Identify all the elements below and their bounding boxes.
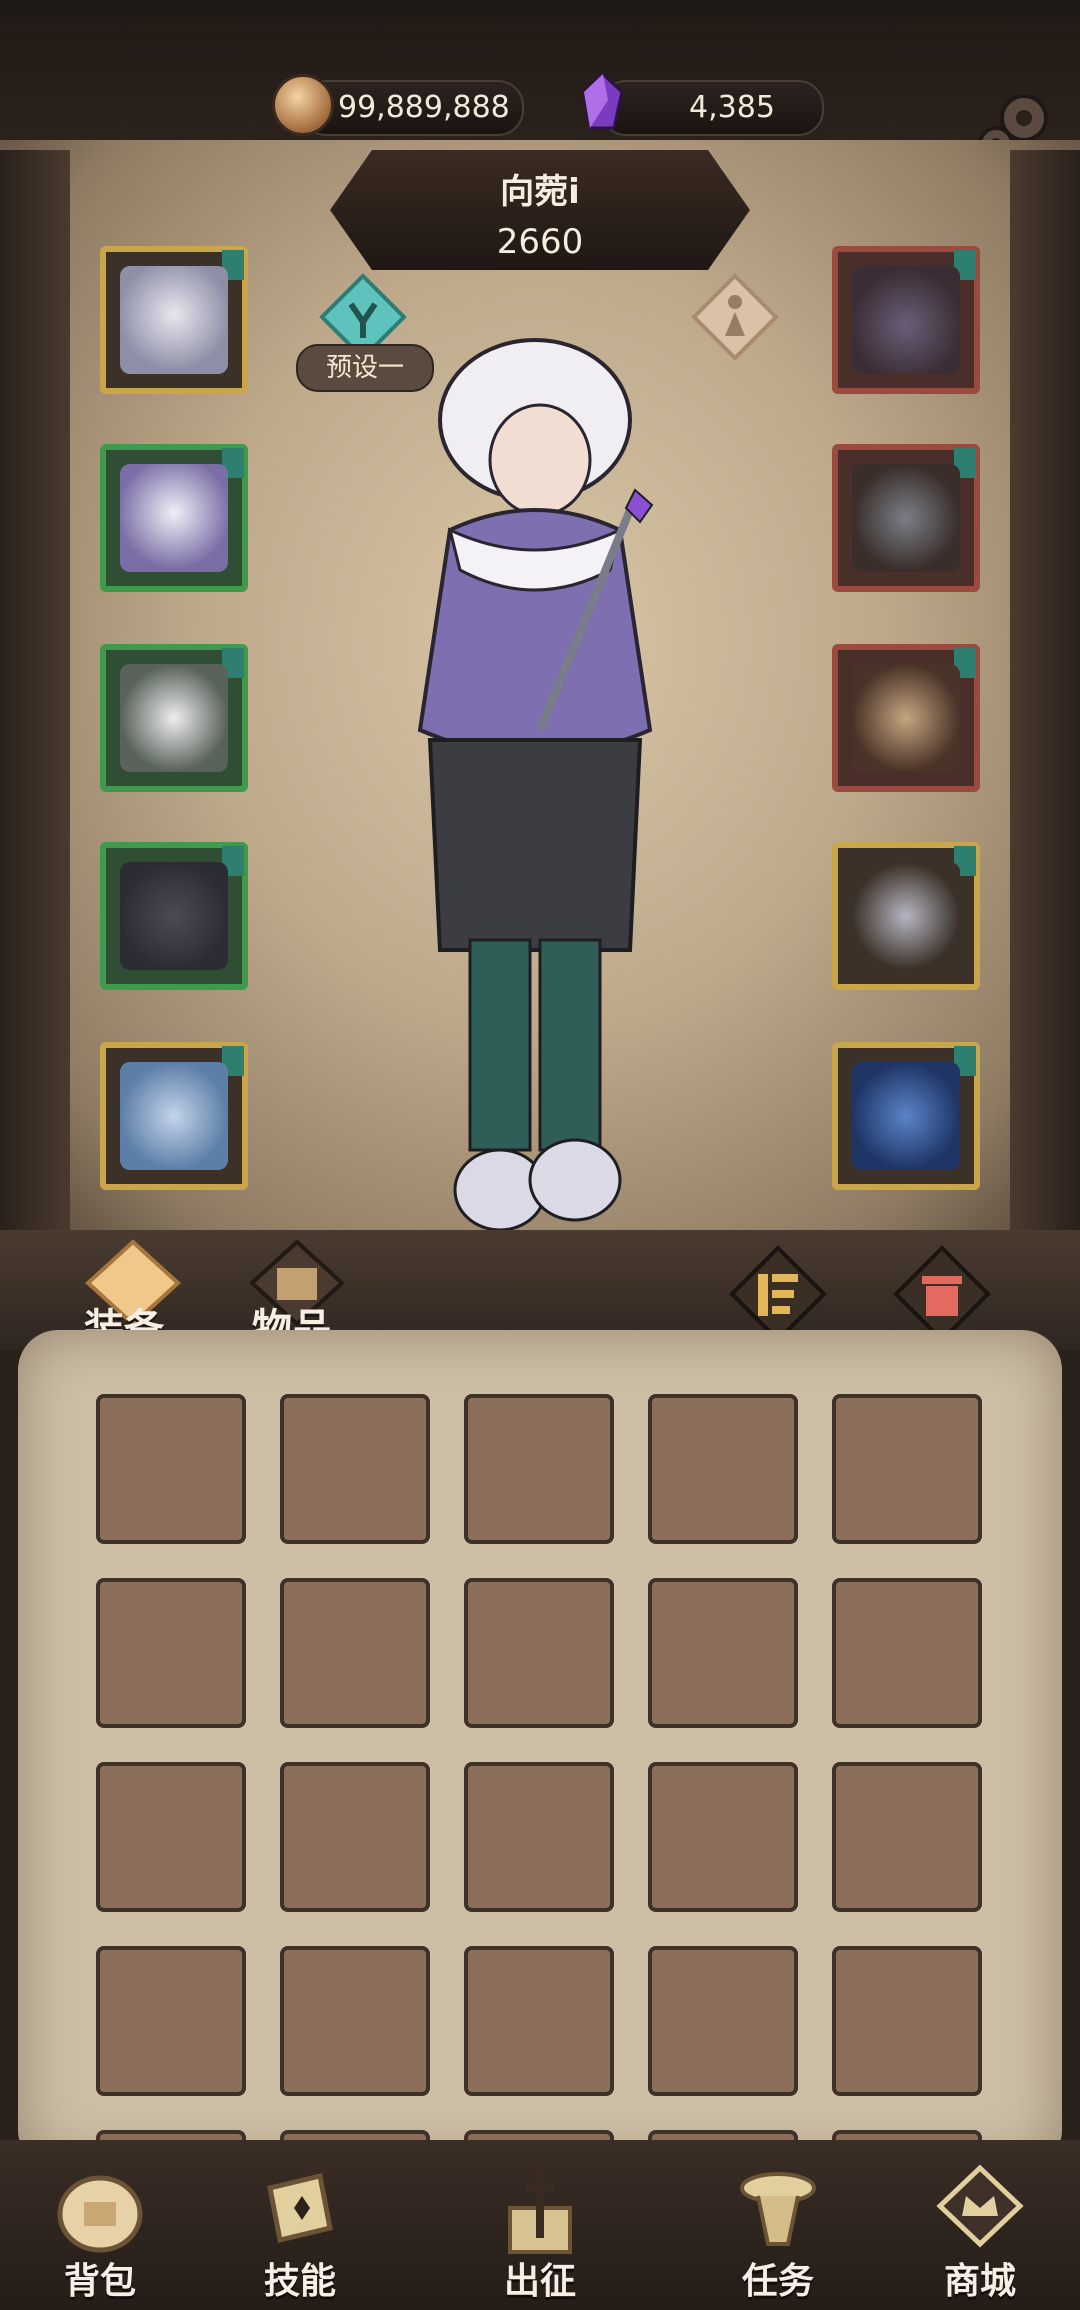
quest-scroll-icon	[740, 2172, 816, 2246]
shop-crown-icon	[936, 2164, 1024, 2248]
nav-quests-label: 任务	[741, 2261, 814, 2302]
equip-slot-necklace[interactable]	[832, 246, 980, 394]
nav-backpack[interactable]: 背包	[25, 2150, 175, 2310]
sort-list-icon[interactable]	[728, 1244, 828, 1344]
equip-slot-hat[interactable]	[100, 246, 248, 394]
inventory-slot[interactable]	[96, 1762, 246, 1912]
equip-slot-coat[interactable]	[100, 444, 248, 592]
boots-icon	[120, 1062, 228, 1170]
inventory-slot[interactable]	[96, 1394, 246, 1544]
gold-coin-icon	[272, 74, 334, 136]
coin-amount: 99,889,888	[338, 90, 510, 125]
inventory-slot[interactable]	[464, 1578, 614, 1728]
purple-crystal-icon	[582, 72, 624, 130]
equip-slot-boots[interactable]	[100, 1042, 248, 1190]
nav-expedition-label: 出征	[503, 2261, 576, 2302]
inventory-slot[interactable]	[832, 1946, 982, 2096]
inventory-slot[interactable]	[648, 1762, 798, 1912]
coat-icon	[120, 464, 228, 572]
nav-backpack-label: 背包	[63, 2261, 136, 2302]
spellbook-icon	[852, 1062, 960, 1170]
inventory-slot[interactable]	[464, 1946, 614, 2096]
inventory-slot[interactable]	[280, 1946, 430, 2096]
inventory-slot[interactable]	[280, 1578, 430, 1728]
equip-slot-spellbook[interactable]	[832, 1042, 980, 1190]
inventory-slot[interactable]	[832, 1762, 982, 1912]
nav-quests[interactable]: 任务	[703, 2150, 853, 2310]
equip-slot-gloves[interactable]	[100, 644, 248, 792]
inventory-slot[interactable]	[280, 1394, 430, 1544]
equip-slot-pants[interactable]	[100, 842, 248, 990]
staff-icon	[852, 862, 960, 970]
battle-sword-icon	[508, 2164, 572, 2254]
nav-shop-label: 商城	[943, 2261, 1016, 2302]
gem-amount: 4,385	[689, 90, 775, 125]
nav-shop[interactable]: 商城	[905, 2150, 1055, 2310]
equip-slot-staff[interactable]	[832, 842, 980, 990]
hat-icon	[120, 266, 228, 374]
inventory-slot[interactable]	[464, 1762, 614, 1912]
inventory-slot[interactable]	[464, 1394, 614, 1544]
inventory-slot[interactable]	[280, 1762, 430, 1912]
left-frame	[0, 150, 70, 1240]
gem-counter: 4,385	[600, 80, 824, 136]
inventory-slot[interactable]	[96, 1946, 246, 2096]
equip-slot-bracelet[interactable]	[832, 644, 980, 792]
equip-slot-ring[interactable]	[832, 444, 980, 592]
inventory-slot[interactable]	[648, 1946, 798, 2096]
pants-icon	[120, 862, 228, 970]
inventory-slot[interactable]	[648, 1578, 798, 1728]
inventory-slot[interactable]	[832, 1394, 982, 1544]
necklace-icon	[852, 266, 960, 374]
nav-skills-label: 技能	[263, 2261, 336, 2302]
gloves-icon	[120, 664, 228, 772]
trash-icon[interactable]	[892, 1244, 992, 1344]
character-name: 向菀i	[500, 172, 580, 212]
ring-icon	[852, 464, 960, 572]
inventory-slot[interactable]	[832, 1578, 982, 1728]
inventory-slot[interactable]	[648, 1394, 798, 1544]
nav-expedition[interactable]: 出征	[465, 2150, 615, 2310]
backpack-icon	[57, 2175, 143, 2253]
right-frame	[1010, 150, 1080, 1240]
nav-skills[interactable]: 技能	[225, 2150, 375, 2310]
role-icon[interactable]	[690, 272, 780, 362]
top-bar	[0, 0, 1080, 160]
inventory-slot[interactable]	[96, 1578, 246, 1728]
power-value: 2660	[496, 222, 584, 262]
skill-book-icon	[267, 2172, 333, 2244]
character-portrait	[417, 338, 654, 1232]
bracelet-icon	[852, 664, 960, 772]
